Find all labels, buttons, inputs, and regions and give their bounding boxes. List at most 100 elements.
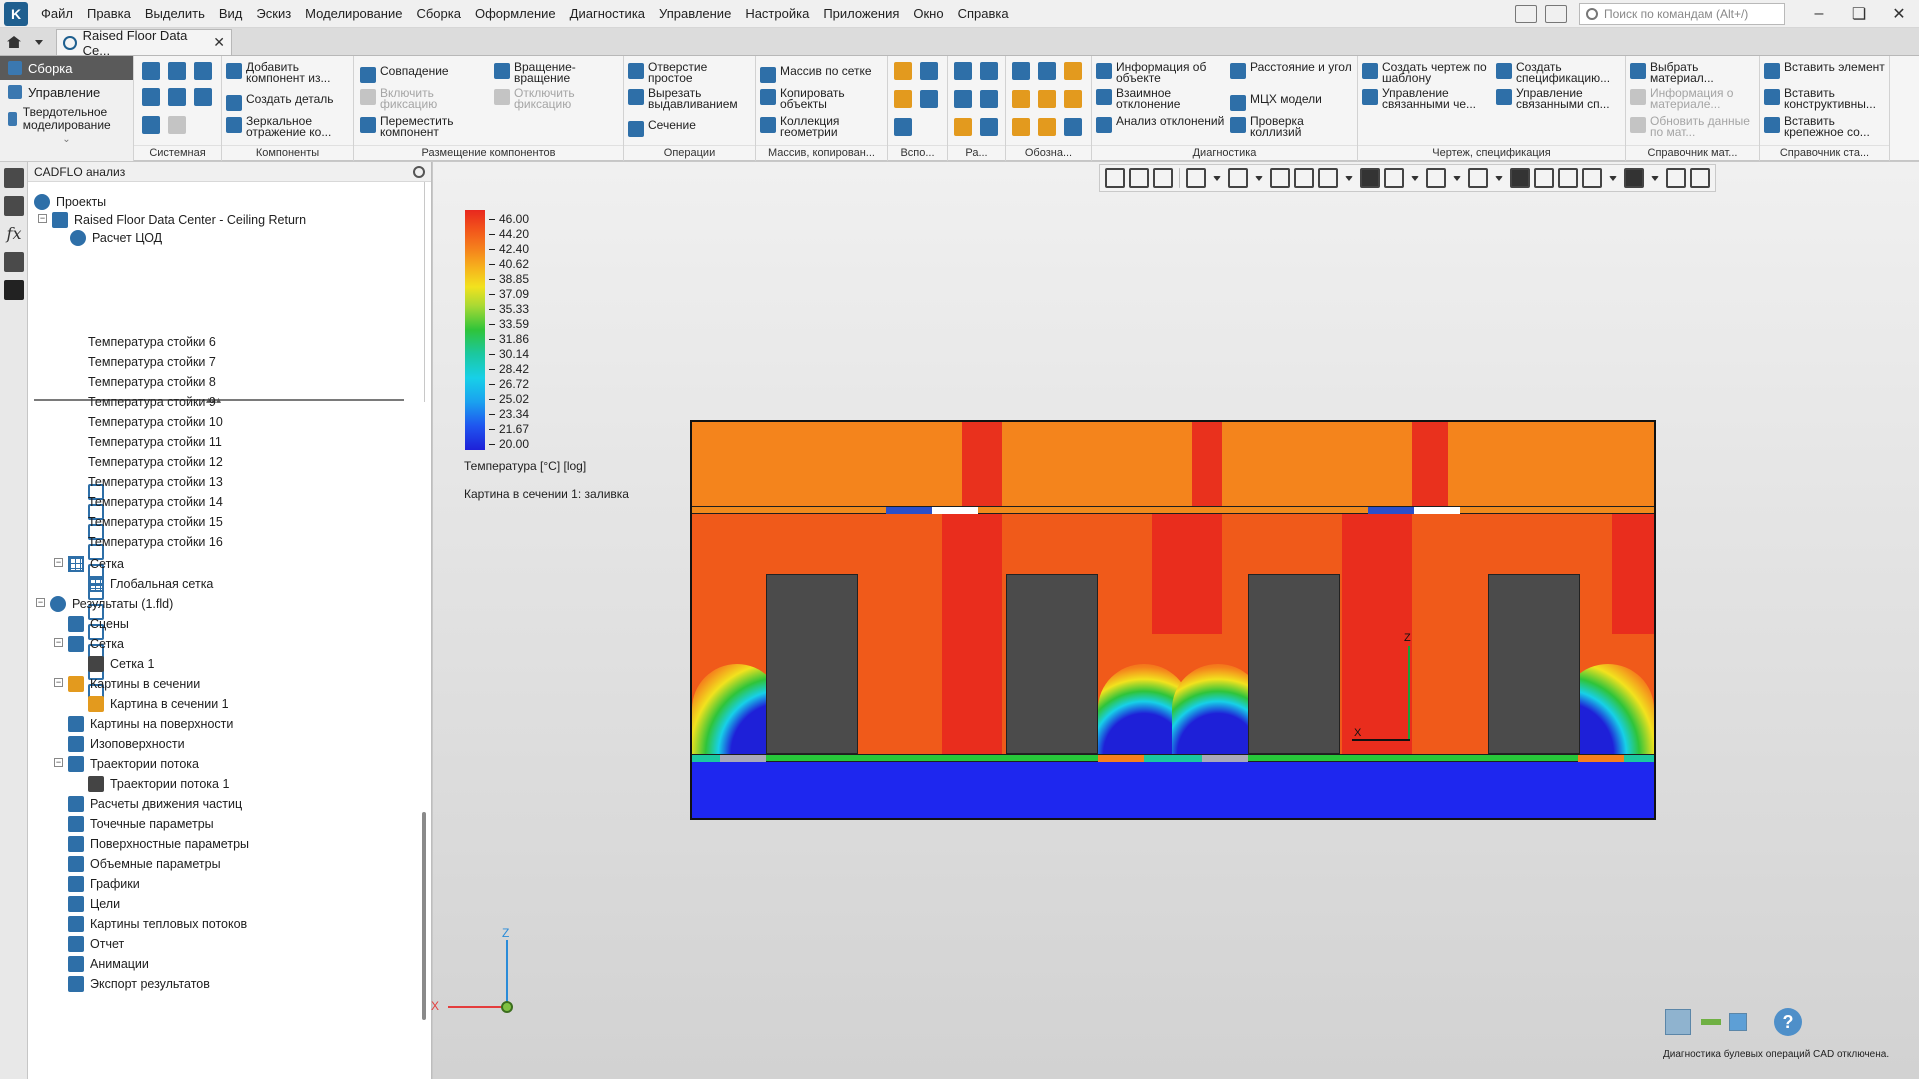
display-mode-icon[interactable] (1582, 168, 1602, 188)
collision-check-button[interactable]: Проверка коллизий (1230, 115, 1354, 138)
restore-icon[interactable]: ❏ (1839, 4, 1879, 24)
group-diagnostics-title[interactable]: Диагностика (1092, 145, 1357, 161)
chevron-down-icon[interactable] (1345, 175, 1353, 181)
axis-view-icon[interactable] (1318, 168, 1338, 188)
object-info-button[interactable]: Информация об объекте (1096, 61, 1228, 84)
group-material-ref-title[interactable]: Справочник мат... (1626, 145, 1759, 161)
chevron-down-icon[interactable] (1609, 175, 1617, 181)
ribbon-collapse-icon[interactable]: ⌄ (0, 134, 133, 145)
simple-hole-button[interactable]: Отверстие простое (628, 61, 754, 84)
collapse-icon[interactable]: − (54, 758, 63, 767)
collapse-icon[interactable]: − (54, 678, 63, 687)
section-view-icon[interactable] (1534, 168, 1554, 188)
filter-icon[interactable] (1624, 168, 1644, 188)
grid-array-button[interactable]: Массив по сетке (760, 65, 886, 83)
tree-scrollbar[interactable] (422, 812, 426, 1020)
hide-icon[interactable] (1426, 168, 1446, 188)
tree-item-export[interactable]: Экспорт результатов (68, 974, 210, 994)
dimension-icon[interactable] (1064, 62, 1082, 80)
move-component-button[interactable]: Переместить компонент (360, 115, 480, 138)
aux-axis-icon[interactable] (894, 62, 912, 80)
wireframe-cube-icon[interactable] (1384, 168, 1404, 188)
undo-icon[interactable] (142, 116, 160, 134)
surface-icon[interactable] (980, 62, 998, 80)
preview-icon[interactable] (168, 88, 186, 106)
rotate-icon[interactable] (1270, 168, 1290, 188)
group-array-title[interactable]: Массив, копирован... (756, 145, 887, 161)
tree-item-flow-trajectories[interactable]: Траектории потока (68, 754, 199, 774)
snap-icon[interactable] (1510, 168, 1530, 188)
tree-item-project[interactable]: Raised Floor Data Center - Ceiling Retur… (52, 210, 306, 230)
geometry-collection-button[interactable]: Коллекция геометрии (760, 115, 886, 138)
tree-item-projects[interactable]: Проекты (34, 192, 106, 212)
material-info-button[interactable]: Информация о материале... (1630, 87, 1758, 110)
tree-item-volume-params[interactable]: Объемные параметры (68, 854, 221, 874)
tree-item-graphs[interactable]: Графики (68, 874, 140, 894)
menu-sketch[interactable]: Эскиз (249, 0, 298, 28)
tree-item-particles[interactable]: Расчеты движения частиц (68, 794, 242, 814)
enable-fix-button[interactable]: Включить фиксацию (360, 87, 480, 110)
menu-modeling[interactable]: Моделирование (298, 0, 409, 28)
shaded-cube-icon[interactable] (1360, 168, 1380, 188)
temperature-section-plot[interactable]: Z X (690, 420, 1656, 820)
tree-item-report[interactable]: Отчет (68, 934, 124, 954)
tree-item-rack-8[interactable]: Температура стойки 8 (88, 372, 216, 540)
angle-dim-icon[interactable] (1038, 90, 1056, 108)
extrude-cut-button[interactable]: Вырезать выдавливанием (628, 87, 754, 110)
tree-item-rack-16[interactable]: Температура стойки 16 (88, 532, 223, 700)
mode-assembly[interactable]: Сборка (0, 56, 133, 80)
tree-item-flow-trajectory-1[interactable]: Траектории потока 1 (88, 774, 229, 794)
menu-settings[interactable]: Настройка (738, 0, 816, 28)
tree-item-global-mesh[interactable]: Глобальная сетка (88, 574, 213, 594)
help-button[interactable]: ? (1774, 1008, 1802, 1036)
rect-icon[interactable] (954, 62, 972, 80)
collapse-icon[interactable]: − (54, 638, 63, 647)
tree-item-point-params[interactable]: Точечные параметры (68, 814, 214, 834)
rotation-button[interactable]: Вращение-вращение (494, 61, 618, 84)
tree-item-goals[interactable]: Цели (68, 894, 120, 914)
menu-edit[interactable]: Правка (80, 0, 138, 28)
menu-formatting[interactable]: Оформление (468, 0, 563, 28)
redo-icon[interactable] (168, 116, 186, 134)
view-orientation-icon[interactable] (1294, 168, 1314, 188)
document-tab[interactable]: Raised Floor Data Ce... ✕ (56, 28, 232, 58)
menu-applications[interactable]: Приложения (816, 0, 906, 28)
variables-icon[interactable]: fx (4, 224, 24, 244)
group-operations-title[interactable]: Операции (624, 145, 755, 161)
chevron-down-icon[interactable] (1411, 175, 1419, 181)
chevron-down-icon[interactable] (1255, 175, 1263, 181)
mode-management[interactable]: Управление (0, 80, 133, 104)
text-icon[interactable] (1064, 118, 1082, 136)
layout-icon[interactable] (1515, 5, 1537, 23)
properties-icon[interactable] (4, 196, 24, 216)
menu-assembly[interactable]: Сборка (409, 0, 468, 28)
collapse-icon[interactable]: − (36, 598, 45, 607)
command-search-input[interactable]: Поиск по командам (Alt+/) (1579, 3, 1785, 25)
menu-management[interactable]: Управление (652, 0, 738, 28)
tree-item-rack-14[interactable]: Температура стойки 14 (88, 492, 223, 660)
tree-item-section-pic-1[interactable]: Картина в сечении 1 (88, 694, 229, 714)
insert-struct-button[interactable]: Вставить конструктивны... (1764, 87, 1888, 110)
tree-item-calc[interactable]: Расчет ЦОД (70, 228, 162, 248)
distance-angle-button[interactable]: Расстояние и угол (1230, 61, 1354, 79)
mode-solid[interactable]: Твердотельное моделирование (0, 104, 133, 134)
linked-drawings-button[interactable]: Управление связанными че... (1362, 87, 1492, 110)
save-all-icon[interactable] (194, 88, 212, 106)
hatch-icon[interactable] (954, 118, 972, 136)
mutual-deviation-button[interactable]: Взаимное отклонение (1096, 87, 1228, 110)
radius-dim-icon[interactable] (1064, 90, 1082, 108)
tree-item-rack-6[interactable]: Температура стойки 6 (88, 332, 216, 500)
pan-icon[interactable] (1228, 168, 1248, 188)
ellipse-icon[interactable] (954, 90, 972, 108)
base-icon[interactable] (1012, 90, 1030, 108)
model-tree-icon[interactable] (4, 168, 24, 188)
tree-item-section-pics[interactable]: Картины в сечении (68, 674, 200, 694)
explode-icon[interactable] (1558, 168, 1578, 188)
group-aux-title[interactable]: Вспо... (888, 145, 947, 161)
mass-props-button[interactable]: МЦХ модели (1230, 93, 1354, 111)
close-window-icon[interactable]: ✕ (1879, 4, 1919, 24)
tree-item-surface-pics[interactable]: Картины на поверхности (68, 714, 233, 734)
template-drawing-button[interactable]: Создать чертеж по шаблону (1362, 61, 1492, 84)
fill-icon[interactable] (980, 118, 998, 136)
group-std-ref-title[interactable]: Справочник ста... (1760, 145, 1889, 161)
